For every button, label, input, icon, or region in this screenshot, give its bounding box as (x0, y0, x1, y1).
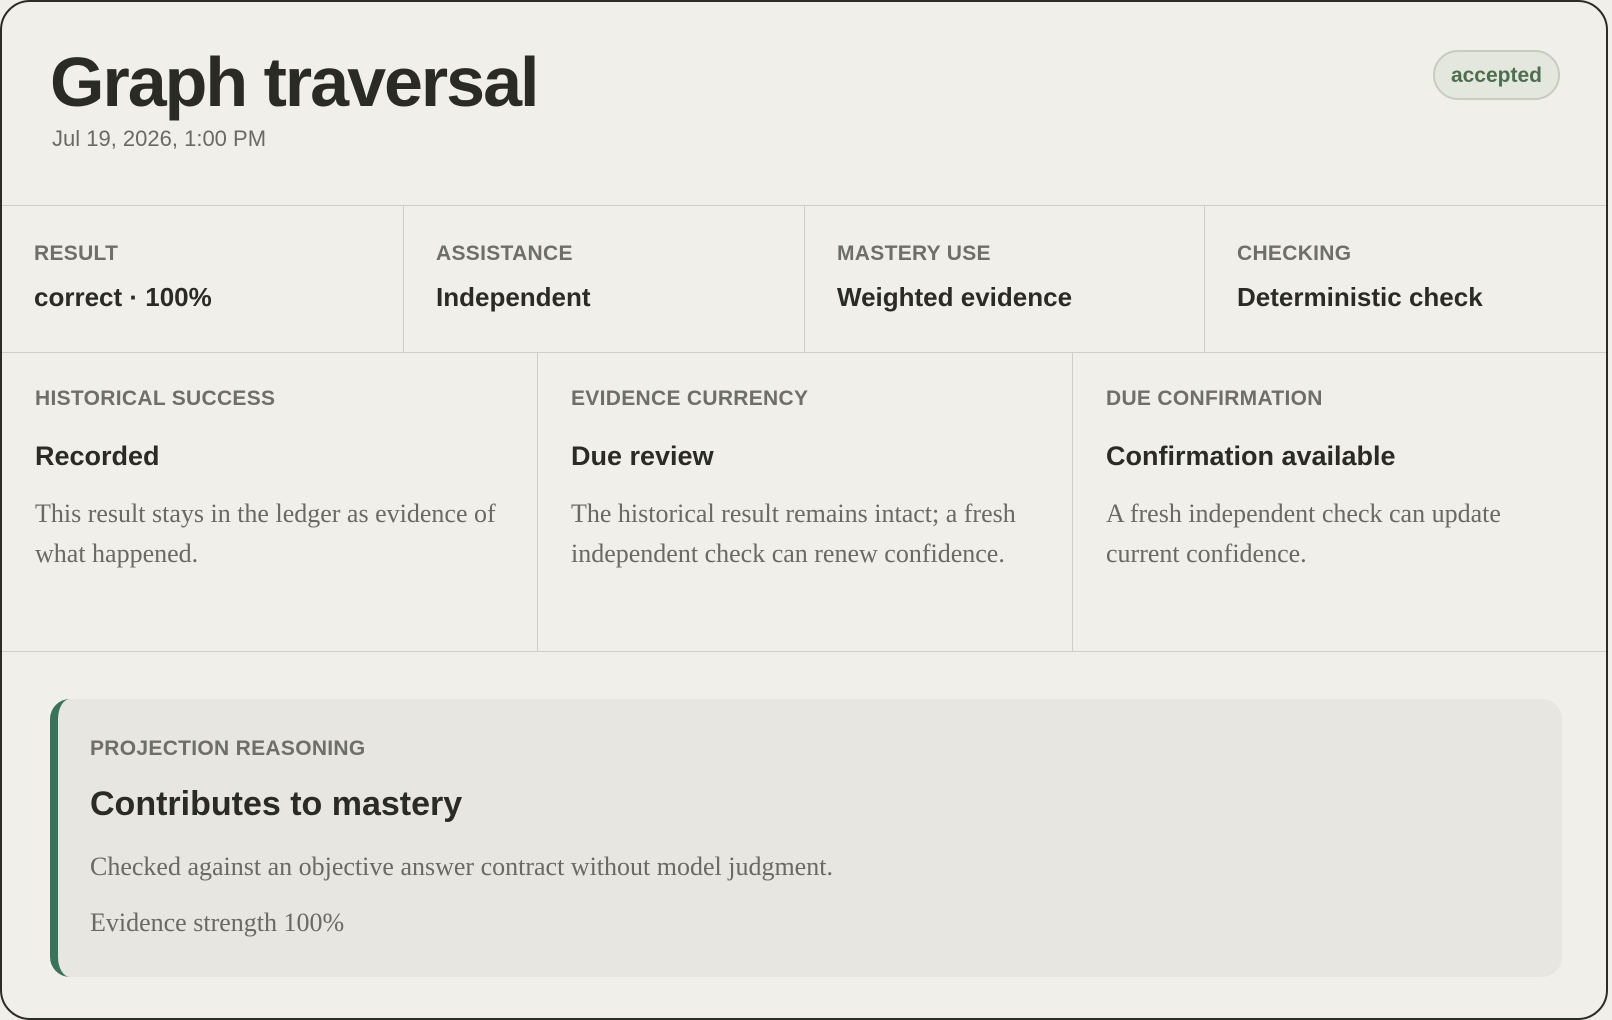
assistance-value: Independent (436, 282, 591, 312)
historical-success-value: Recorded (35, 441, 160, 471)
attempt-card: Graph traversal Jul 19, 2026, 1:00 PM ac… (0, 0, 1608, 1020)
mastery-use-label: MASTERY USE (837, 242, 991, 265)
projection-explanation: Checked against an objective answer cont… (90, 852, 833, 881)
result-value: correct · 100% (34, 282, 212, 312)
evidence-currency-label: EVIDENCE CURRENCY (571, 387, 809, 410)
historical-success-description: This result stays in the ledger as evide… (35, 499, 496, 568)
checking-value: Deterministic check (1237, 282, 1483, 312)
checking-label: CHECKING (1237, 242, 1352, 265)
checking-cell: CHECKING Deterministic check (1205, 206, 1606, 352)
assistance-cell: ASSISTANCE Independent (404, 206, 805, 352)
evidence-currency-cell: EVIDENCE CURRENCY Due review The histori… (538, 353, 1073, 651)
evidence-strength: Evidence strength 100% (90, 908, 345, 937)
historical-success-cell: HISTORICAL SUCCESS Recorded This result … (2, 353, 538, 651)
assistance-label: ASSISTANCE (436, 242, 573, 265)
evidence-currency-value: Due review (571, 441, 714, 471)
projection-reasoning-panel: PROJECTION REASONING Contributes to mast… (50, 699, 1562, 977)
result-label: RESULT (34, 242, 119, 265)
timestamp: Jul 19, 2026, 1:00 PM (52, 126, 267, 151)
due-confirmation-label: DUE CONFIRMATION (1106, 387, 1323, 410)
historical-success-label: HISTORICAL SUCCESS (35, 387, 276, 410)
summary-row: RESULT correct · 100% ASSISTANCE Indepen… (2, 206, 1606, 353)
due-confirmation-cell: DUE CONFIRMATION Confirmation available … (1073, 353, 1606, 651)
projection-heading: Contributes to mastery (90, 785, 463, 823)
page-title: Graph traversal (50, 43, 539, 121)
due-confirmation-description: A fresh independent check can update cur… (1106, 499, 1501, 568)
result-cell: RESULT correct · 100% (2, 206, 404, 352)
evidence-currency-description: The historical result remains intact; a … (571, 499, 1016, 568)
mastery-use-cell: MASTERY USE Weighted evidence (805, 206, 1205, 352)
projection-label: PROJECTION REASONING (90, 737, 366, 760)
details-row: HISTORICAL SUCCESS Recorded This result … (2, 353, 1606, 652)
status-badge: accepted (1432, 50, 1560, 100)
due-confirmation-value: Confirmation available (1106, 441, 1396, 471)
card-header: Graph traversal Jul 19, 2026, 1:00 PM ac… (2, 2, 1606, 206)
mastery-use-value: Weighted evidence (837, 282, 1073, 312)
